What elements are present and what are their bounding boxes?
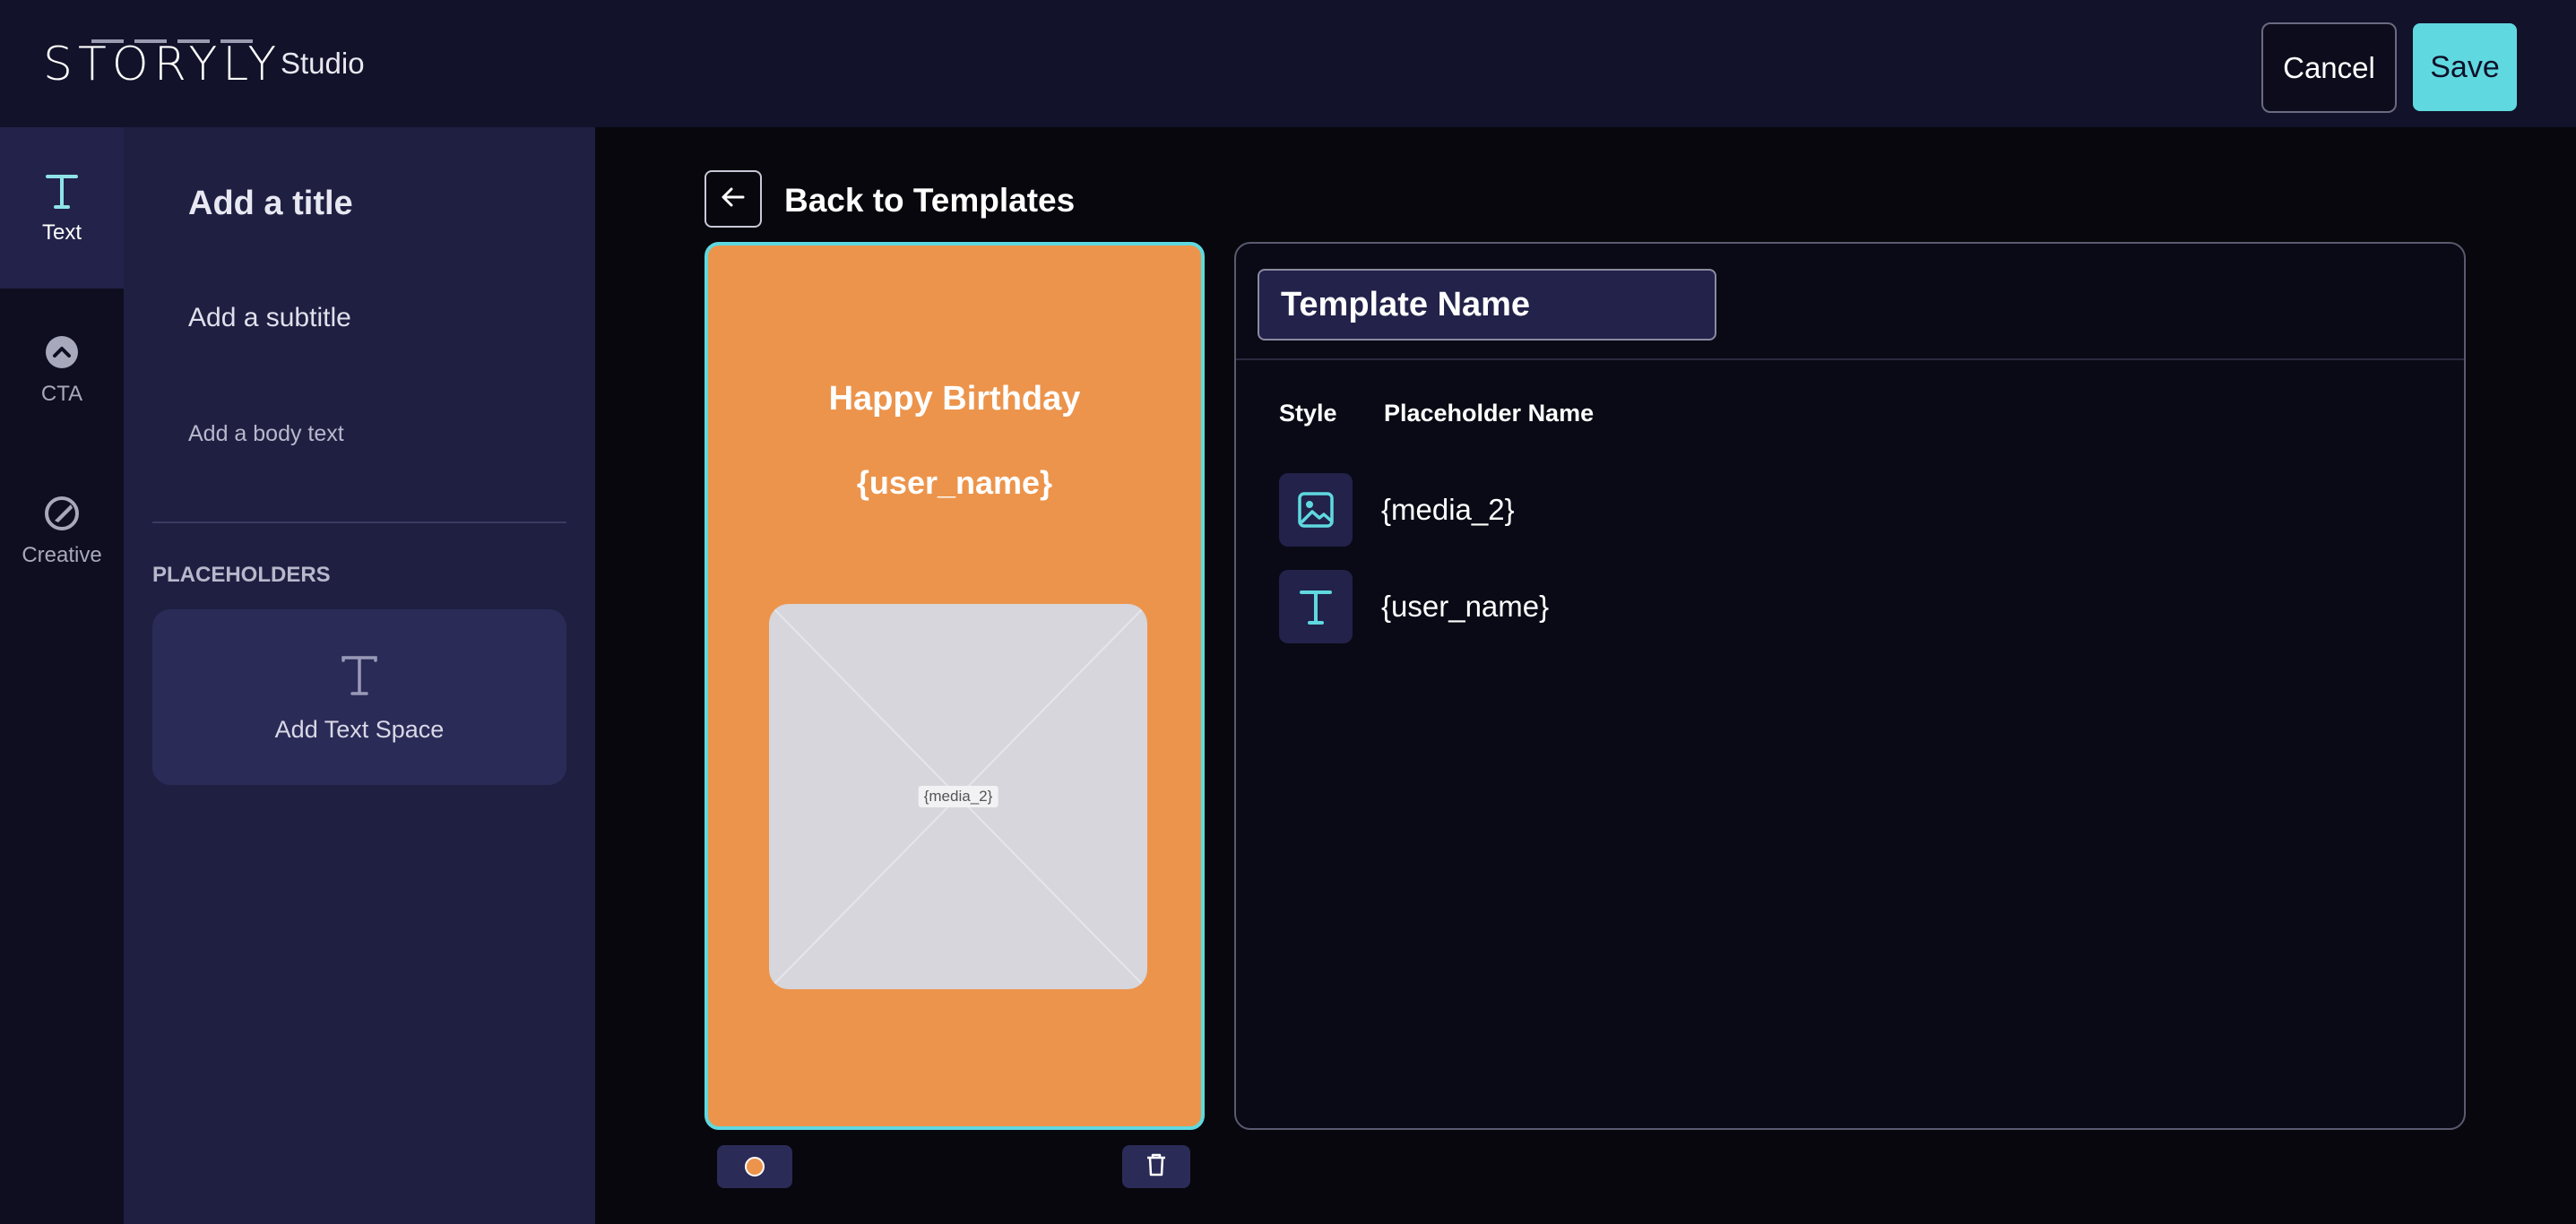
rail-item-text[interactable]: Text [0, 127, 124, 289]
cancel-button[interactable]: Cancel [2261, 22, 2397, 113]
background-color-button[interactable] [717, 1145, 792, 1188]
text-icon [335, 651, 384, 700]
creative-icon [41, 493, 82, 534]
details-divider [1236, 358, 2464, 360]
add-text-space-button[interactable]: Add Text Space [152, 609, 566, 785]
template-details-panel: Template Name Style Placeholder Name {me… [1234, 242, 2466, 1130]
rail-item-cta[interactable]: CTA [0, 289, 124, 450]
add-title-option[interactable]: Add a title [188, 185, 353, 223]
placeholder-row[interactable]: {media_2} [1279, 473, 1515, 547]
add-text-space-label: Add Text Space [274, 715, 445, 743]
image-icon [1279, 473, 1353, 547]
panel-divider [152, 521, 566, 523]
column-header-style: Style [1279, 400, 1337, 427]
rail-item-label: Creative [22, 543, 102, 567]
rail-item-label: CTA [40, 382, 83, 406]
story-title-text[interactable]: Happy Birthday [708, 380, 1201, 418]
product-name: Studio [281, 47, 365, 80]
arrow-left-icon [720, 184, 747, 215]
tool-rail: Text CTA Creative [0, 127, 124, 1224]
back-button[interactable] [705, 170, 762, 228]
rail-item-creative[interactable]: Creative [0, 450, 124, 611]
media-tag: {media_2} [918, 786, 998, 807]
text-icon [41, 170, 82, 211]
cta-chevron-icon [41, 332, 82, 373]
save-button[interactable]: Save [2413, 23, 2517, 111]
placeholders-heading: PLACEHOLDERS [152, 563, 331, 587]
color-swatch [745, 1157, 765, 1177]
story-preview[interactable]: Happy Birthday {user_name} {media_2} [705, 242, 1205, 1130]
story-user-placeholder[interactable]: {user_name} [708, 464, 1201, 502]
add-body-text-option[interactable]: Add a body text [188, 421, 344, 447]
media-placeholder[interactable]: {media_2} [769, 604, 1147, 989]
text-panel: Add a title Add a subtitle Add a body te… [124, 127, 595, 1224]
column-header-placeholder-name: Placeholder Name [1384, 400, 1595, 427]
trash-icon [1145, 1152, 1168, 1182]
delete-button[interactable] [1122, 1145, 1190, 1188]
text-icon [1279, 570, 1353, 643]
template-name-input[interactable]: Template Name [1258, 269, 1716, 340]
top-bar: STORYLY Studio Cancel Save [0, 0, 2576, 127]
placeholder-name: {user_name} [1381, 590, 1550, 623]
logo-decoration [91, 39, 258, 43]
storyly-logo: STORYLY [43, 38, 282, 91]
placeholder-name: {media_2} [1381, 493, 1515, 526]
rail-item-label: Text [41, 220, 82, 245]
back-to-templates-link[interactable]: Back to Templates [784, 182, 1075, 220]
placeholder-row[interactable]: {user_name} [1279, 570, 1549, 643]
add-subtitle-option[interactable]: Add a subtitle [188, 303, 351, 333]
